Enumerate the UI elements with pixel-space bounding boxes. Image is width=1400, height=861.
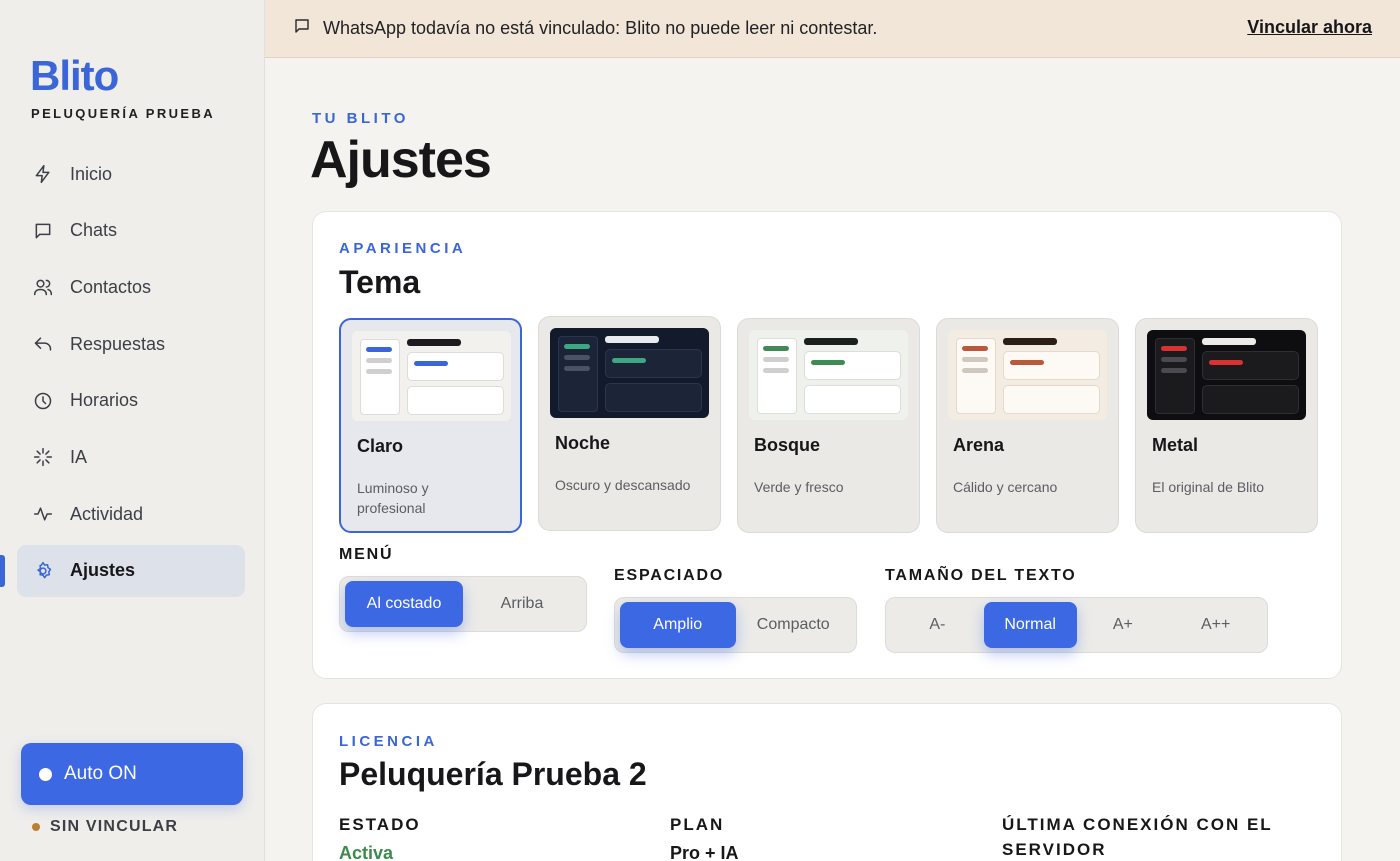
theme-option-metal[interactable]: Metal El original de Blito [1135,318,1318,533]
theme-name: Arena [953,435,1005,455]
auto-toggle-button[interactable]: Auto ON [21,743,243,805]
sidebar: Blito PELUQUERÍA PRUEBA Inicio Chats Con… [0,0,265,861]
theme-description: Verde y fresco [754,479,844,495]
license-last-connection-field: ÚLTIMA CONEXIÓN CON EL SERVIDOR [1002,812,1302,861]
sidebar-item-label: Chats [70,220,118,241]
page-eyebrow: TU BLITO [312,110,409,127]
menu-label: MENÚ [339,546,394,563]
theme-title: Tema [339,264,421,300]
sidebar-item-inicio[interactable]: Inicio [17,148,245,200]
sidebar-item-contactos[interactable]: Contactos [17,261,245,313]
sidebar-item-actividad[interactable]: Actividad [17,488,245,540]
sidebar-item-label: Contactos [70,276,152,297]
sidebar-item-respuestas[interactable]: Respuestas [17,318,245,370]
theme-description: Oscuro y descansado [555,477,691,493]
status-value: Activa [339,843,394,861]
theme-description: Luminoso y profesional [357,480,429,516]
appearance-card: APARIENCIA Tema Claro Luminoso y profesi… [312,211,1342,679]
users-icon [33,277,53,297]
theme-option-claro[interactable]: Claro Luminoso y profesional [339,318,522,533]
banner-message: WhatsApp todavía no está vinculado: Blit… [323,18,878,38]
theme-preview [948,330,1107,420]
menu-option-top[interactable]: Arriba [463,581,581,627]
license-eyebrow: LICENCIA [339,733,438,750]
sidebar-item-ajustes[interactable]: Ajustes [0,544,245,597]
license-plan-field: PLAN Pro + IA [670,812,970,861]
chat-icon [33,221,53,241]
reply-icon [33,334,53,354]
spacing-option-wide[interactable]: Amplio [620,602,736,648]
status-dot-icon [39,767,52,781]
theme-option-arena[interactable]: Arena Cálido y cercano [936,318,1119,533]
theme-preview [749,330,908,420]
link-now-button[interactable]: Vincular ahora [1247,17,1372,38]
auto-toggle-label: Auto ON [64,763,137,784]
theme-preview [1147,330,1306,420]
theme-option-noche[interactable]: Noche Oscuro y descansado [538,316,721,531]
theme-name: Metal [1152,435,1199,455]
menu-option-side[interactable]: Al costado [345,581,463,627]
plan-value: Pro + IA [670,843,739,861]
chat-icon [293,17,311,40]
field-label: ESTADO [339,815,421,834]
sidebar-item-label: Horarios [70,390,139,411]
sidebar-item-horarios[interactable]: Horarios [17,375,245,427]
spacing-option-compact[interactable]: Compacto [736,602,852,648]
theme-name: Bosque [754,435,821,455]
sidebar-nav: Inicio Chats Contactos Respuestas Horari… [0,148,245,602]
activity-icon [33,504,53,524]
sidebar-item-label: Inicio [70,163,113,184]
theme-option-bosque[interactable]: Bosque Verde y fresco [737,318,920,533]
sidebar-item-label: Respuestas [70,333,166,354]
theme-preview [550,328,709,418]
brand-logo[interactable]: Blito [30,52,119,100]
gear-icon [33,561,53,581]
appearance-eyebrow: APARIENCIA [339,240,467,257]
page-title: Ajustes [310,131,492,189]
license-card: LICENCIA Peluquería Prueba 2 ESTADO Acti… [312,703,1342,861]
theme-list: Claro Luminoso y profesional Noche Oscur… [339,316,1318,533]
theme-name: Claro [357,436,404,456]
text-size-option-smaller[interactable]: A- [891,602,984,648]
text-size-segmented-control: A- Normal A+ A++ [885,597,1268,653]
field-label: ÚLTIMA CONEXIÓN CON EL SERVIDOR [1002,815,1273,859]
spacing-label: ESPACIADO [614,567,725,584]
menu-segmented-control: Al costado Arriba [339,576,587,632]
theme-preview [352,331,511,421]
sidebar-item-label: Actividad [70,503,144,524]
lightning-icon [33,164,53,184]
theme-description: Cálido y cercano [953,479,1058,495]
sidebar-item-label: IA [70,446,88,467]
text-size-label: TAMAÑO DEL TEXTO [885,567,1077,584]
text-size-option-largest[interactable]: A++ [1169,602,1262,648]
text-size-option-larger[interactable]: A+ [1077,602,1170,648]
license-status-field: ESTADO Activa [339,812,639,861]
text-size-option-normal[interactable]: Normal [983,602,1077,648]
whatsapp-warning-banner: WhatsApp todavía no está vinculado: Blit… [265,0,1400,58]
clock-icon [33,391,53,411]
link-status: SIN VINCULAR [32,818,178,836]
spacing-segmented-control: Amplio Compacto [614,597,857,653]
status-dot-icon [32,823,40,831]
theme-description: El original de Blito [1152,479,1265,495]
theme-name: Noche [555,433,611,453]
field-label: PLAN [670,815,725,834]
link-status-label: SIN VINCULAR [50,818,179,835]
sparkle-icon [33,447,53,467]
business-name: PELUQUERÍA PRUEBA [31,106,216,121]
license-title: Peluquería Prueba 2 [339,756,647,792]
sidebar-item-label: Ajustes [70,560,136,581]
sidebar-item-ia[interactable]: IA [17,431,245,483]
sidebar-item-chats[interactable]: Chats [17,205,245,257]
